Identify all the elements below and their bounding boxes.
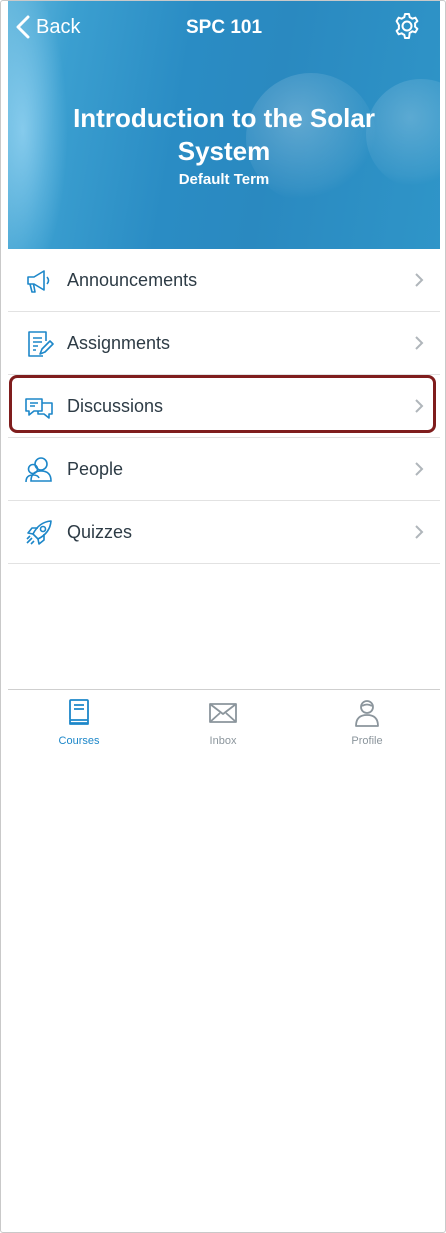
tab-bar: Courses Inbox Profile — [8, 689, 440, 752]
gear-icon[interactable] — [392, 11, 422, 41]
menu-item-quizzes[interactable]: Quizzes — [8, 501, 440, 564]
chevron-right-icon — [415, 525, 424, 539]
menu-item-people[interactable]: People — [8, 438, 440, 501]
megaphone-icon — [27, 270, 50, 293]
tab-label: Inbox — [209, 735, 237, 747]
menu-item-label: People — [67, 458, 124, 479]
course-header: Back SPC 101 Introduction to the Solar S… — [8, 1, 440, 249]
menu-item-label: Announcements — [67, 269, 198, 290]
chevron-right-icon — [415, 336, 424, 350]
discussions-highlight-box — [9, 375, 436, 433]
chevron-right-icon — [415, 273, 424, 287]
assignment-icon — [28, 331, 54, 357]
menu-item-assignments[interactable]: Assignments — [8, 312, 440, 375]
app-content: Back SPC 101 Introduction to the Solar S… — [8, 1, 440, 1232]
menu-item-label: Assignments — [67, 332, 171, 353]
tab-label: Courses — [58, 735, 100, 747]
tab-profile[interactable]: Profile — [317, 698, 417, 747]
tab-label: Profile — [351, 735, 383, 747]
book-icon — [69, 699, 89, 725]
rocket-icon — [26, 520, 52, 545]
menu-item-announcements[interactable]: Announcements — [8, 249, 440, 312]
nav-title: SPC 101 — [185, 17, 263, 38]
people-icon — [25, 457, 52, 483]
course-title: Introduction to the Solar System — [73, 103, 375, 166]
user-icon — [355, 700, 379, 727]
tab-inbox[interactable]: Inbox — [173, 698, 273, 747]
course-term: Default Term — [178, 171, 270, 188]
menu-item-label: Quizzes — [67, 521, 133, 542]
tab-courses[interactable]: Courses — [29, 698, 129, 747]
app-frame: Back SPC 101 Introduction to the Solar S… — [0, 0, 446, 1233]
chevron-right-icon — [415, 462, 424, 476]
envelope-icon — [209, 703, 237, 723]
